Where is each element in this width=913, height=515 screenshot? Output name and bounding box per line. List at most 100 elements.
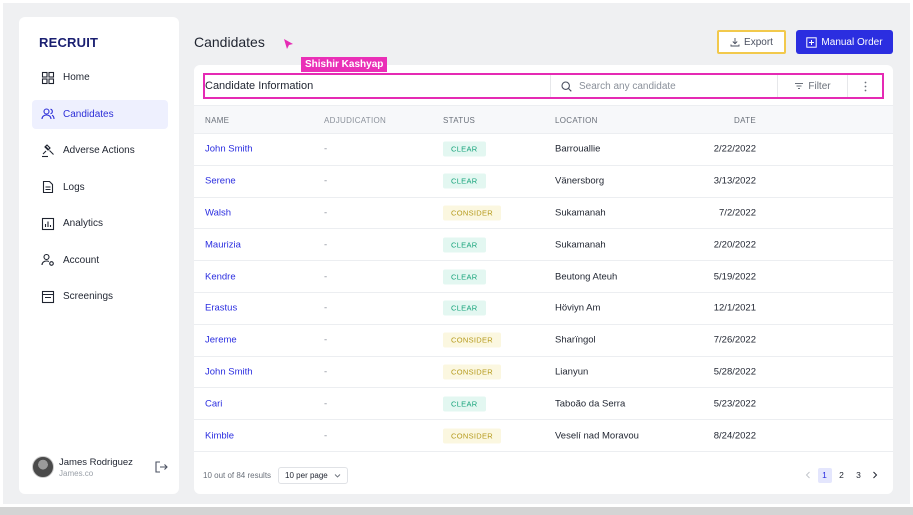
sidebar-item-home[interactable]: Home	[32, 63, 168, 92]
sidebar-item-label: Home	[63, 72, 90, 83]
table-row[interactable]: Serene - CLEAR Vänersborg 3/13/2022	[194, 166, 893, 198]
column-header-adjudication[interactable]: ADJUDICATION	[324, 116, 386, 125]
more-options-button[interactable]	[847, 75, 882, 97]
status-badge: CLEAR	[443, 269, 486, 285]
table-row[interactable]: Jereme - CONSIDER Sharïngol 7/26/2022	[194, 325, 893, 357]
app-window: RECRUIT Home Candidates Adverse Actions	[0, 0, 913, 507]
date-value: 3/13/2022	[713, 175, 756, 187]
avatar	[32, 456, 54, 478]
column-header-status[interactable]: STATUS	[443, 116, 475, 125]
sidebar-item-label: Screenings	[63, 291, 114, 302]
candidate-name-link[interactable]: Walsh	[205, 207, 231, 218]
sidebar-item-candidates[interactable]: Candidates	[32, 99, 168, 129]
cursor-icon	[284, 39, 293, 49]
status-badge: CLEAR	[443, 396, 486, 412]
table-row[interactable]: John Smith - CONSIDER Lianyun 5/28/2022	[194, 357, 893, 389]
adjudication-value: -	[324, 398, 328, 410]
location-value: Sharïngol	[555, 334, 596, 346]
candidate-name-link[interactable]: Kendre	[205, 271, 236, 282]
status-badge: CONSIDER	[443, 364, 501, 380]
candidate-name-link[interactable]: Erastus	[205, 303, 237, 314]
filter-button[interactable]: Filter	[777, 75, 847, 97]
search-input[interactable]	[579, 80, 769, 92]
table-row[interactable]: Kendre - CLEAR Beutong Ateuh 5/19/2022	[194, 261, 893, 293]
adjudication-value: -	[324, 239, 328, 251]
table-title: Candidate Information	[205, 80, 314, 92]
user-profile[interactable]: James Rodriguez James.co	[32, 453, 168, 481]
status-cell: CLEAR	[443, 237, 486, 253]
chevron-left-icon	[805, 471, 810, 479]
per-page-select[interactable]: 10 per page	[278, 466, 348, 484]
table-row[interactable]: John Smith - CLEAR Barrouallie 2/22/2022	[194, 134, 893, 166]
user-company: James.co	[59, 468, 94, 478]
column-header-date[interactable]: DATE	[674, 116, 756, 125]
column-header-location[interactable]: LOCATION	[555, 116, 598, 125]
candidates-card: Candidate Information Filter NAME ADJUDI…	[194, 65, 893, 494]
table-row[interactable]: Kimble - CONSIDER Veselí nad Moravou 8/24/20…	[194, 420, 893, 452]
candidate-name-link[interactable]: John Smith	[205, 366, 253, 377]
status-badge: CLEAR	[443, 237, 486, 253]
status-badge: CONSIDER	[443, 332, 501, 348]
sidebar-item-logs[interactable]: Logs	[32, 173, 168, 202]
gavel-icon	[41, 143, 55, 158]
status-cell: CONSIDER	[443, 364, 501, 380]
date-value: 5/28/2022	[713, 366, 756, 378]
table-row[interactable]: Erastus - CLEAR Höviyn Am 12/1/2021	[194, 293, 893, 325]
sidebar-nav: Home Candidates Adverse Actions Logs Ana…	[32, 63, 168, 319]
export-label: Export	[744, 36, 773, 48]
status-cell: CONSIDER	[443, 332, 501, 348]
sidebar-item-label: Logs	[63, 181, 85, 193]
status-cell: CONSIDER	[443, 205, 501, 221]
status-cell: CLEAR	[443, 269, 486, 285]
candidate-name-link[interactable]: Cari	[205, 398, 222, 409]
sidebar-item-label: Candidates	[63, 108, 114, 120]
manual-order-button[interactable]: Manual Order	[796, 30, 893, 54]
table-row[interactable]: Walsh - CONSIDER Sukamanah 7/2/2022	[194, 198, 893, 230]
kebab-menu-icon	[864, 81, 866, 91]
candidate-name-link[interactable]: Serene	[205, 176, 236, 187]
table-row[interactable]: Cari - CLEAR Taboão da Serra 5/23/2022	[194, 388, 893, 421]
candidate-name-link[interactable]: Jereme	[205, 335, 237, 346]
adjudication-value: -	[324, 302, 328, 314]
location-value: Beutong Ateuh	[555, 271, 618, 283]
page-2-button[interactable]: 2	[835, 468, 849, 483]
date-value: 12/1/2021	[713, 302, 756, 314]
column-header-name[interactable]: NAME	[205, 116, 229, 125]
annotation-tag: Shishir Kashyap	[301, 57, 388, 72]
table-header: NAME ADJUDICATION STATUS LOCATION DATE	[194, 105, 893, 134]
location-value: Barrouallie	[555, 143, 601, 155]
adjudication-value: -	[324, 175, 328, 187]
page-3-button[interactable]: 3	[852, 468, 866, 483]
table-body: John Smith - CLEAR Barrouallie 2/22/2022 Sere…	[194, 134, 893, 452]
adjudication-value: -	[324, 143, 328, 155]
adjudication-value: -	[324, 366, 328, 378]
location-value: Vänersborg	[555, 175, 605, 187]
table-row[interactable]: Maurizia - CLEAR Sukamanah 2/20/2022	[194, 229, 893, 262]
sidebar-item-screenings[interactable]: Screenings	[32, 282, 168, 311]
manual-order-label: Manual Order	[821, 36, 883, 48]
export-button[interactable]: Export	[717, 30, 786, 54]
location-value: Höviyn Am	[555, 302, 601, 314]
date-value: 5/19/2022	[713, 271, 756, 283]
sidebar-item-analytics[interactable]: Analytics	[32, 209, 168, 238]
location-value: Veselí nad Moravou	[555, 430, 639, 442]
plus-square-icon	[806, 36, 818, 48]
page-1-button[interactable]: 1	[817, 467, 832, 483]
candidate-name-link[interactable]: Kimble	[205, 430, 234, 441]
search-box[interactable]	[550, 75, 777, 97]
users-icon	[41, 107, 55, 121]
prev-page-button[interactable]	[800, 467, 816, 483]
status-badge: CLEAR	[443, 141, 486, 157]
adjudication-value: -	[324, 334, 328, 346]
sidebar-item-account[interactable]: Account	[32, 246, 168, 275]
next-page-button[interactable]	[867, 467, 883, 483]
filter-label: Filter	[808, 80, 831, 92]
location-value: Sukamanah	[555, 239, 606, 251]
date-value: 2/20/2022	[713, 239, 756, 251]
logout-icon[interactable]	[154, 460, 168, 474]
candidate-name-link[interactable]: John Smith	[205, 144, 253, 155]
sidebar-item-adverse-actions[interactable]: Adverse Actions	[32, 136, 168, 165]
candidate-name-link[interactable]: Maurizia	[205, 239, 241, 250]
date-value: 5/23/2022	[713, 398, 756, 410]
table-toolbar: Candidate Information Filter	[203, 73, 884, 99]
